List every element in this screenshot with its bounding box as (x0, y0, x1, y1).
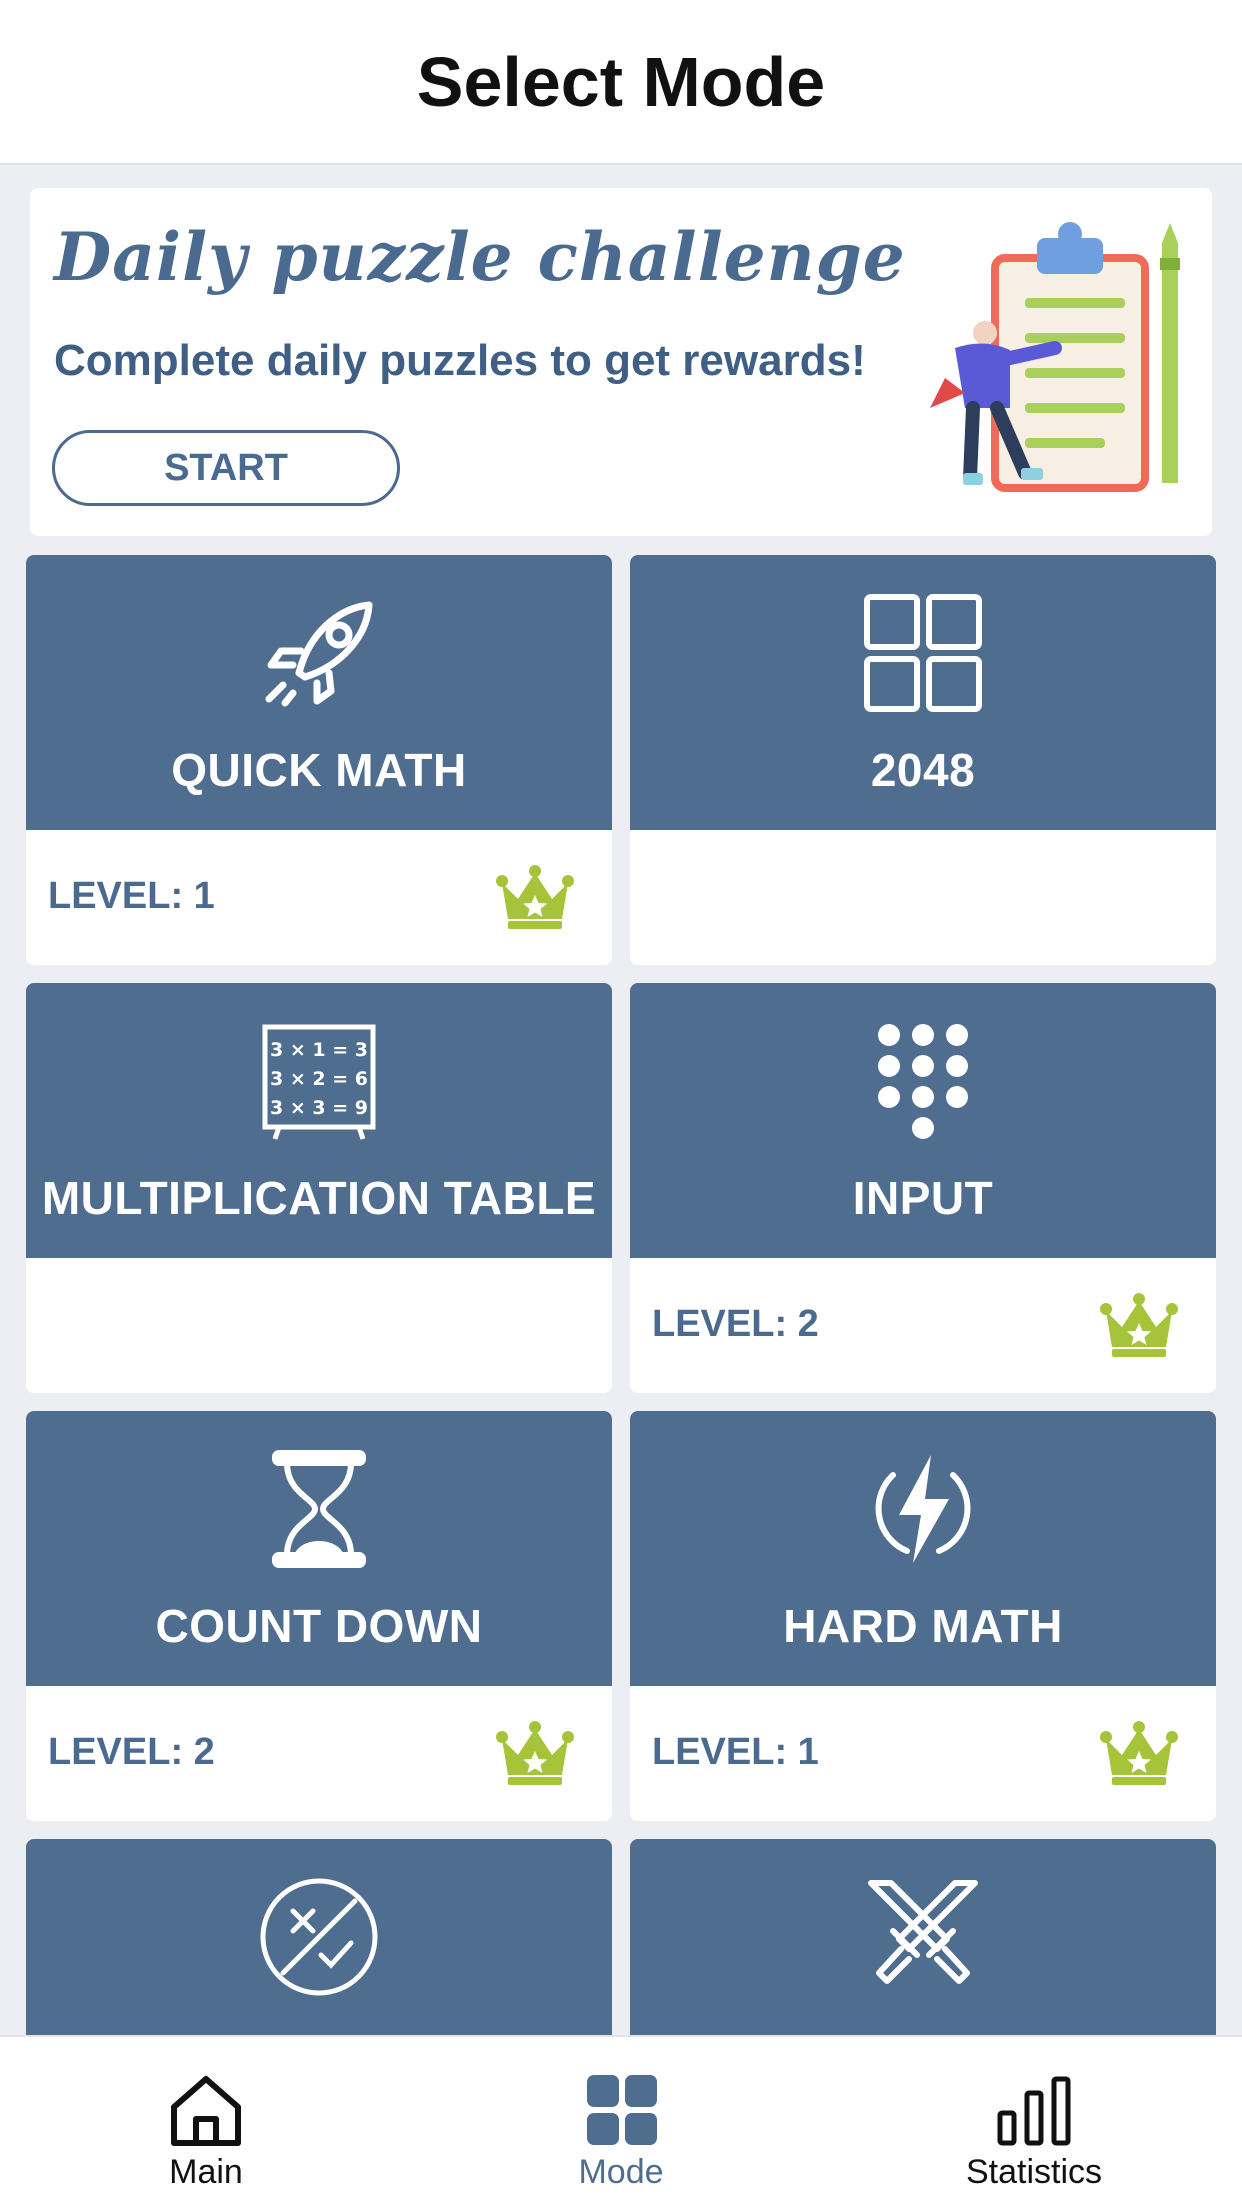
bar-chart-icon (997, 2076, 1071, 2146)
crossed-swords-icon (868, 1880, 978, 1984)
mode-card-input[interactable]: INPUT LEVEL: 2 (630, 983, 1216, 1393)
bottom-tab-bar: Main Mode Statistics (0, 2035, 1242, 2208)
board-line: 3 × 1 = 3 (270, 1039, 368, 1061)
tab-mode[interactable]: Mode (471, 2037, 771, 2208)
mode-name: QUICK MATH (171, 744, 467, 796)
crown-icon (1100, 1721, 1178, 1785)
tab-label: Mode (578, 2153, 664, 2191)
mode-level: LEVEL: 1 (48, 875, 215, 917)
true-false-icon (260, 1878, 378, 1996)
start-button[interactable]: START (52, 430, 400, 506)
mode-level: LEVEL: 1 (652, 1731, 819, 1773)
mode-level: LEVEL: 2 (652, 1303, 819, 1345)
tab-label: Main (169, 2153, 243, 2191)
mode-grid: QUICK MATH LEVEL: 1 2048 3 × 1 = 3 3 × 2… (26, 555, 1216, 2035)
keypad-icon (878, 1024, 968, 1139)
tab-statistics[interactable]: Statistics (884, 2037, 1184, 2208)
board-line: 3 × 3 = 9 (270, 1097, 368, 1119)
tab-main[interactable]: Main (56, 2037, 356, 2208)
crown-icon (496, 865, 574, 929)
home-icon (171, 2076, 241, 2146)
banner-subtitle: Complete daily puzzles to get rewards! (54, 336, 866, 385)
mode-name: MULTIPLICATION TABLE (41, 1172, 597, 1224)
crown-icon (1100, 1293, 1178, 1357)
mode-name: HARD MATH (783, 1600, 1063, 1652)
mode-card-multiplication-table[interactable]: 3 × 1 = 3 3 × 2 = 6 3 × 3 = 9 MULTIPLICA… (26, 983, 612, 1393)
mode-card-battle[interactable] (630, 1839, 1216, 2035)
crown-icon (496, 1721, 574, 1785)
app-header: Select Mode (0, 0, 1242, 165)
grid-tiles-icon (587, 2075, 657, 2145)
mode-name: COUNT DOWN (155, 1600, 483, 1652)
page-title: Select Mode (416, 42, 826, 121)
banner-title: Daily puzzle challenge (54, 218, 906, 296)
mode-level: LEVEL: 2 (48, 1731, 215, 1773)
mode-card-true-false[interactable] (26, 1839, 612, 2035)
clipboard-illustration (930, 222, 1180, 492)
board-line: 3 × 2 = 6 (270, 1068, 368, 1090)
mode-card-hard-math[interactable]: HARD MATH LEVEL: 1 (630, 1411, 1216, 1821)
mode-name: 2048 (870, 744, 976, 796)
tab-label: Statistics (965, 2153, 1103, 2191)
multiplication-board-icon: 3 × 1 = 3 3 × 2 = 6 3 × 3 = 9 (262, 1024, 376, 1140)
mode-card-count-down[interactable]: COUNT DOWN LEVEL: 2 (26, 1411, 612, 1821)
rocket-icon (265, 601, 373, 707)
lightning-icon (875, 1455, 971, 1563)
daily-challenge-banner[interactable]: Daily puzzle challenge Complete daily pu… (30, 188, 1212, 536)
grid-icon (864, 594, 982, 712)
hourglass-icon (272, 1450, 366, 1568)
mode-name: INPUT (852, 1172, 994, 1224)
mode-card-2048[interactable]: 2048 (630, 555, 1216, 965)
mode-card-quick-math[interactable]: QUICK MATH LEVEL: 1 (26, 555, 612, 965)
